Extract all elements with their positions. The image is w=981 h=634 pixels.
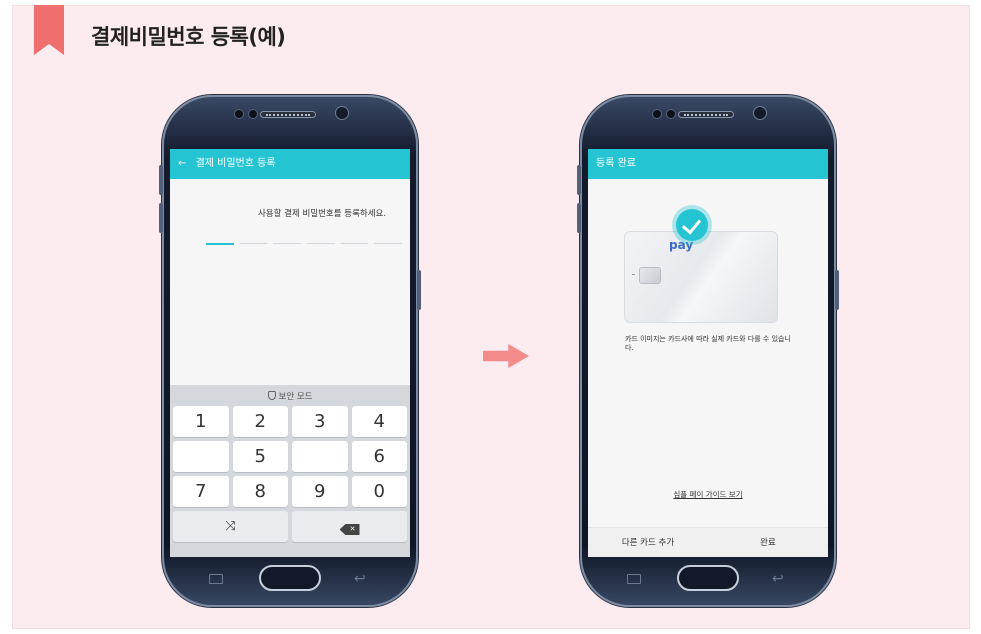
front-camera-icon	[335, 106, 349, 120]
app-bar: 등록 완료	[588, 149, 828, 179]
recent-apps-icon[interactable]	[627, 574, 641, 584]
keypad-key[interactable]: 6	[351, 441, 407, 472]
volume-button	[159, 165, 163, 195]
app-bar-title: 등록 완료	[596, 158, 636, 169]
keypad-key[interactable]: 8	[232, 476, 288, 507]
keypad-key[interactable]: 7	[173, 476, 229, 507]
screen: ← 결제 비밀번호 등록 사용할 결제 비밀번호를 등록하세요. 보안 모드 1…	[170, 149, 410, 557]
backspace-button[interactable]: ✕	[292, 511, 407, 542]
speaker-dots	[684, 114, 728, 116]
sensor-icon	[666, 109, 676, 119]
pin-slot	[206, 243, 234, 245]
keypad-key-blank[interactable]	[173, 441, 229, 472]
home-button[interactable]	[259, 565, 321, 591]
pin-slot	[307, 243, 335, 244]
pin-slot	[273, 243, 302, 244]
sensor-icon	[652, 109, 662, 119]
keypad-key[interactable]: 1	[173, 406, 229, 437]
recent-apps-icon[interactable]	[209, 574, 223, 584]
front-camera-icon	[753, 106, 767, 120]
phone-register: ← 결제 비밀번호 등록 사용할 결제 비밀번호를 등록하세요. 보안 모드 1…	[159, 95, 421, 607]
pin-slot	[239, 243, 268, 244]
keypad-key[interactable]: 0	[351, 476, 407, 507]
back-key-icon[interactable]: ↩	[354, 571, 366, 587]
card-image: pay	[624, 231, 778, 323]
phone-complete: 등록 완료 pay 카드 이미지는 카드사에 따라 실제 카드와 다를 수 있습…	[577, 95, 839, 607]
volume-button	[577, 203, 581, 233]
pin-slot	[340, 243, 369, 244]
keypad-key[interactable]: 5	[232, 441, 288, 472]
shuffle-icon: ⤨	[225, 519, 236, 534]
secure-keypad: 보안 모드 1 2 3 4 5 6 7 8 9 0 ⤨ ✕	[170, 385, 410, 557]
keypad-key[interactable]: 2	[232, 406, 288, 437]
app-bar-title: 결제 비밀번호 등록	[195, 158, 276, 169]
pin-slot	[374, 243, 403, 244]
page-title: 결제비밀번호 등록(예)	[91, 25, 286, 49]
power-button	[417, 270, 421, 310]
sensor-icon	[248, 109, 258, 119]
back-arrow-icon[interactable]: ←	[178, 158, 186, 169]
back-key-icon[interactable]: ↩	[772, 571, 784, 587]
power-button	[835, 270, 839, 310]
keypad-key[interactable]: 9	[292, 476, 348, 507]
keypad-key[interactable]: 3	[292, 406, 348, 437]
secure-mode-text: 보안 모드	[278, 392, 313, 402]
volume-button	[577, 165, 581, 195]
card-notice: 카드 이미지는 카드사에 따라 실제 카드와 다를 수 있습니다.	[625, 335, 791, 352]
shield-icon	[267, 391, 276, 400]
pin-entry-dashes[interactable]	[206, 243, 403, 245]
screen: 등록 완료 pay 카드 이미지는 카드사에 따라 실제 카드와 다를 수 있습…	[588, 149, 828, 557]
card-dot	[632, 274, 635, 275]
speaker-dots	[266, 114, 310, 116]
done-button[interactable]: 완료	[708, 528, 828, 557]
secure-mode-label: 보안 모드	[173, 388, 407, 406]
shuffle-button[interactable]: ⤨	[173, 511, 288, 542]
app-bar: ← 결제 비밀번호 등록	[170, 149, 410, 179]
check-icon	[676, 209, 708, 241]
home-button[interactable]	[677, 565, 739, 591]
volume-button	[159, 203, 163, 233]
card-chip-icon	[639, 267, 661, 284]
bottom-bar: 다른 카드 추가 완료	[588, 527, 828, 557]
pin-prompt: 사용할 결제 비밀번호를 등록하세요.	[257, 209, 387, 219]
backspace-icon: ✕	[339, 524, 360, 535]
sensor-icon	[234, 109, 244, 119]
keypad-key-blank[interactable]	[292, 441, 348, 472]
guide-link[interactable]: 심플 페이 가이드 보기	[588, 489, 828, 500]
add-card-button[interactable]: 다른 카드 추가	[588, 528, 708, 557]
keypad-key[interactable]: 4	[351, 406, 407, 437]
